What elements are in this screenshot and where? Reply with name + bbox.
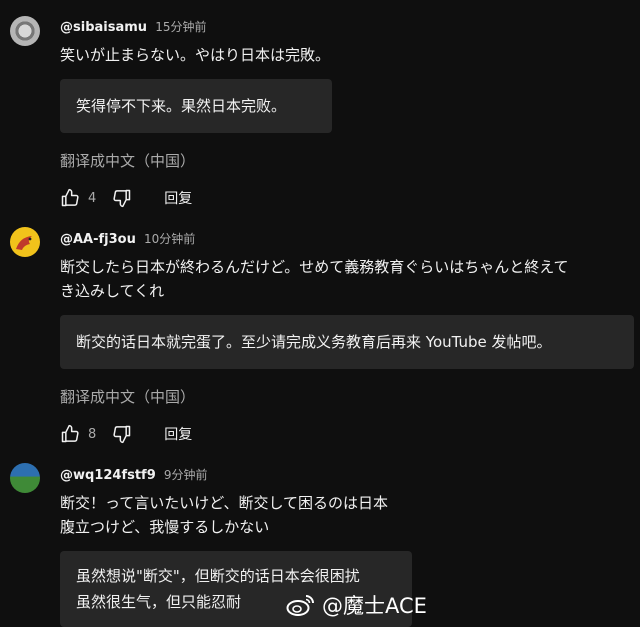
- avatar[interactable]: [10, 16, 40, 46]
- comment-author[interactable]: @AA-fj3ou: [60, 232, 136, 247]
- weibo-logo-icon: [286, 595, 314, 616]
- comment-actions: 4 回复: [60, 186, 192, 210]
- comment-text: 断交！って言いたいけど、断交して困るのは日本 腹立つけど、我慢するしかない: [60, 494, 389, 536]
- avatar[interactable]: [10, 227, 40, 257]
- translate-link[interactable]: 翻译成中文（中国）: [60, 386, 195, 407]
- thumbs-down-icon[interactable]: [112, 188, 132, 208]
- avatar[interactable]: [10, 463, 40, 493]
- comment-time[interactable]: 15分钟前: [155, 20, 206, 34]
- comment-time[interactable]: 10分钟前: [144, 232, 195, 246]
- comment-time[interactable]: 9分钟前: [164, 468, 208, 482]
- like-count: 4: [88, 190, 97, 206]
- watermark: @魔士ACE: [286, 590, 427, 620]
- like-count: 8: [88, 426, 97, 442]
- comment-actions: 8 回复: [60, 422, 192, 446]
- thumbs-up-icon[interactable]: [60, 424, 80, 444]
- comment-author[interactable]: @wq124fstf9: [60, 468, 156, 483]
- avatar-bird-icon: [16, 236, 32, 250]
- watermark-text: @魔士ACE: [322, 594, 427, 618]
- translate-link[interactable]: 翻译成中文（中国）: [60, 150, 195, 171]
- thumbs-down-icon[interactable]: [112, 424, 132, 444]
- reply-button[interactable]: 回复: [164, 424, 192, 444]
- translation-box: 笑得停不下来。果然日本完败。: [60, 79, 332, 133]
- comment-author[interactable]: @sibaisamu: [60, 20, 147, 35]
- translation-box: 断交的话日本就完蛋了。至少请完成义务教育后再来 YouTube 发帖吧。: [60, 315, 634, 369]
- reply-button[interactable]: 回复: [164, 188, 192, 208]
- thumbs-up-icon[interactable]: [60, 188, 80, 208]
- comment-text: 断交したら日本が終わるんだけど。せめて義務教育ぐらいはちゃんと終えて き込みして…: [60, 258, 569, 300]
- comment-text: 笑いが止まらない。やはり日本は完敗。: [60, 46, 331, 64]
